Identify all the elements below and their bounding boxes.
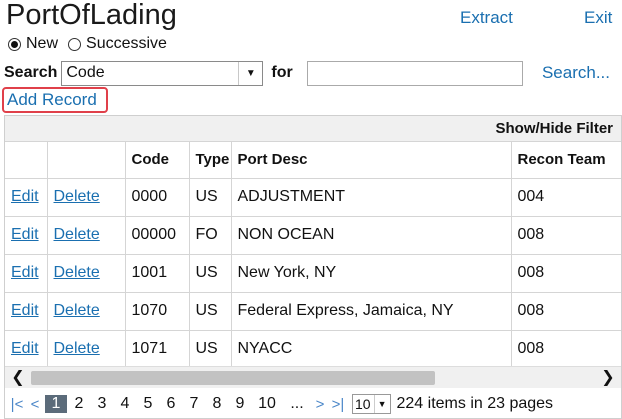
page-number[interactable]: 1 [45, 395, 67, 413]
code-cell: 1071 [125, 330, 190, 369]
page-title: PortOfLading [6, 0, 177, 31]
column-header-port-desc[interactable]: Port Desc [231, 142, 512, 179]
edit-link[interactable]: Edit [11, 302, 39, 319]
page-ellipsis[interactable]: ... [283, 395, 311, 413]
edit-cell: Edit [5, 292, 48, 331]
page-size-select[interactable]: 10 ▼ [352, 394, 391, 414]
horizontal-scrollbar[interactable]: ❮ ❯ [5, 366, 621, 388]
search-input[interactable] [306, 60, 523, 86]
table-row: Edit Delete 0000 US ADJUSTMENT 004 [5, 178, 621, 217]
mode-radio-group: New Successive [8, 34, 177, 54]
last-page-icon[interactable]: >| [330, 396, 346, 413]
port-desc-cell: New York, NY [231, 254, 512, 293]
radio-successive-indicator[interactable] [68, 37, 82, 51]
delete-cell: Delete [47, 178, 126, 217]
search-field-value: Code [66, 64, 105, 81]
type-cell: US [189, 292, 232, 331]
table-row: Edit Delete 1001 US New York, NY 008 [5, 254, 621, 293]
recon-team-cell: 008 [511, 254, 621, 293]
pager: |< < 1 2 3 4 5 6 7 8 9 10 ... > >| 10 ▼ … [5, 389, 621, 418]
port-desc-cell: ADJUSTMENT [231, 178, 512, 217]
edit-cell: Edit [5, 330, 48, 369]
extract-link[interactable]: Extract [460, 8, 513, 28]
radio-successive-label: Successive [86, 35, 167, 52]
edit-cell: Edit [5, 178, 48, 217]
page-number[interactable]: 6 [160, 395, 182, 413]
page-number[interactable]: 7 [183, 395, 205, 413]
delete-cell: Delete [47, 292, 126, 331]
type-cell: US [189, 254, 232, 293]
delete-cell: Delete [47, 216, 126, 255]
port-desc-cell: Federal Express, Jamaica, NY [231, 292, 512, 331]
delete-cell: Delete [47, 254, 126, 293]
first-page-icon[interactable]: |< [9, 396, 25, 413]
table-header-row: Code Type Port Desc Recon Team [5, 142, 621, 179]
table-row: Edit Delete 1070 US Federal Express, Jam… [5, 292, 621, 331]
port-desc-cell: NYACC [231, 330, 512, 369]
data-grid: Show/Hide Filter Code Type Port Desc Rec… [4, 115, 622, 419]
pager-summary: 224 items in 23 pages [396, 395, 554, 412]
edit-link[interactable]: Edit [11, 226, 39, 243]
recon-team-cell: 008 [511, 330, 621, 369]
exit-link[interactable]: Exit [584, 8, 612, 28]
port-desc-cell: NON OCEAN [231, 216, 512, 255]
column-header-recon-team[interactable]: Recon Team [511, 142, 621, 179]
delete-cell: Delete [47, 330, 126, 369]
chevron-right-icon[interactable]: ❯ [597, 368, 619, 388]
radio-new-label: New [26, 35, 59, 52]
delete-link[interactable]: Delete [54, 188, 100, 205]
delete-link[interactable]: Delete [54, 226, 100, 243]
column-header-edit [5, 142, 48, 179]
column-header-code[interactable]: Code [125, 142, 190, 179]
page-number[interactable]: 8 [206, 395, 228, 413]
delete-link[interactable]: Delete [54, 264, 100, 281]
caret-down-icon[interactable]: ▼ [373, 395, 390, 413]
column-header-type[interactable]: Type [189, 142, 232, 179]
search-label: Search [4, 64, 58, 81]
column-header-delete [47, 142, 126, 179]
caret-down-icon[interactable]: ▼ [238, 61, 262, 85]
next-page-icon[interactable]: > [312, 396, 328, 413]
search-row: Search Code ▼ for Search... [4, 60, 618, 86]
page-number[interactable]: 9 [229, 395, 251, 413]
table-row: Edit Delete 00000 FO NON OCEAN 008 [5, 216, 621, 255]
radio-new[interactable]: New [8, 34, 58, 54]
radio-successive[interactable]: Successive [68, 34, 167, 54]
edit-cell: Edit [5, 216, 48, 255]
code-cell: 1001 [125, 254, 190, 293]
edit-link[interactable]: Edit [11, 340, 39, 357]
type-cell: US [189, 330, 232, 369]
table-row: Edit Delete 1071 US NYACC 008 [5, 330, 621, 369]
page-number[interactable]: 5 [137, 395, 159, 413]
recon-team-cell: 004 [511, 178, 621, 217]
page-number[interactable]: 4 [114, 395, 136, 413]
page-number[interactable]: 3 [91, 395, 113, 413]
show-hide-filter-button[interactable]: Show/Hide Filter [5, 116, 621, 142]
code-cell: 0000 [125, 178, 190, 217]
recon-team-cell: 008 [511, 292, 621, 331]
recon-team-cell: 008 [511, 216, 621, 255]
delete-link[interactable]: Delete [54, 302, 100, 319]
radio-new-indicator[interactable] [8, 37, 21, 51]
scrollbar-thumb[interactable] [31, 371, 435, 385]
search-field-select[interactable]: Code ▼ [61, 60, 264, 86]
add-record-button[interactable]: Add Record [2, 87, 108, 113]
edit-link[interactable]: Edit [11, 264, 39, 281]
page-number[interactable]: 2 [68, 395, 90, 413]
prev-page-icon[interactable]: < [27, 396, 43, 413]
type-cell: FO [189, 216, 232, 255]
records-table: Code Type Port Desc Recon Team Edit Dele… [5, 142, 621, 369]
delete-link[interactable]: Delete [54, 340, 100, 357]
page-number[interactable]: 10 [252, 395, 282, 413]
edit-cell: Edit [5, 254, 48, 293]
page-size-value: 10 [355, 396, 371, 412]
code-cell: 00000 [125, 216, 190, 255]
chevron-left-icon[interactable]: ❮ [7, 368, 29, 388]
for-label: for [271, 64, 293, 81]
type-cell: US [189, 178, 232, 217]
search-button[interactable]: Search... [542, 63, 610, 83]
edit-link[interactable]: Edit [11, 188, 39, 205]
code-cell: 1070 [125, 292, 190, 331]
